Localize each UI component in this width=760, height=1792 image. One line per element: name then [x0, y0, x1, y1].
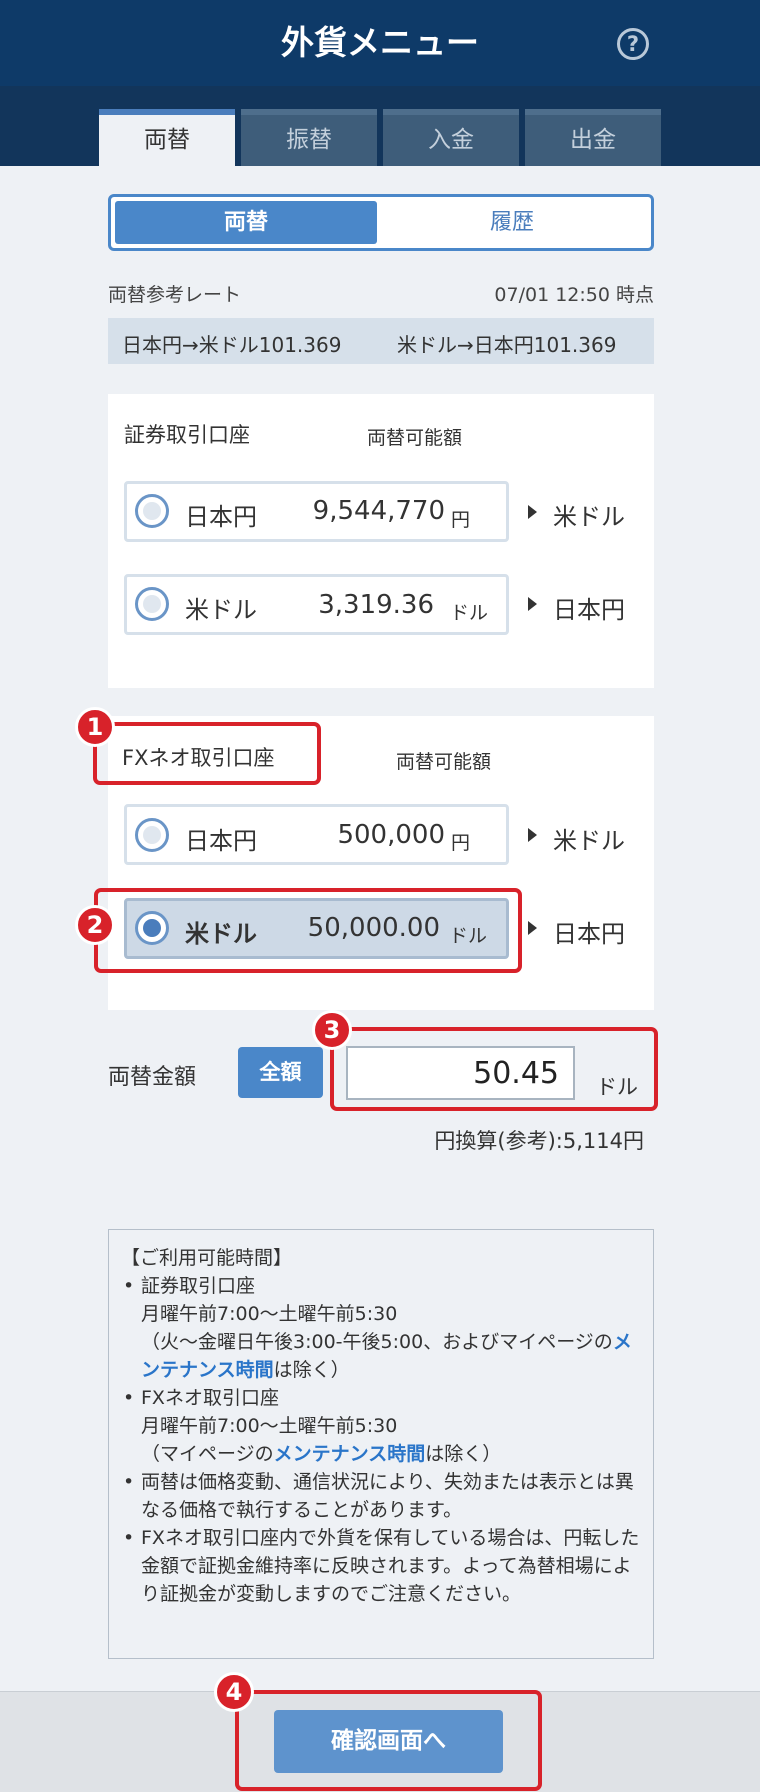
- callout-badge-4: 4: [214, 1672, 254, 1712]
- currency-label: 日本円: [185, 827, 257, 855]
- notice-text: （火～金曜日午後3:00-午後5:00、およびマイページの: [141, 1331, 613, 1353]
- currency-label: 日本円: [185, 503, 257, 531]
- available-amount: 500,000: [337, 820, 445, 850]
- notice-item-fx: FXネオ取引口座 月曜午前7:00～土曜午前5:30 （マイページのメンテナンス…: [121, 1384, 643, 1468]
- notice-heading: 【ご利用可能時間】: [121, 1247, 293, 1269]
- notice-fx-title: FXネオ取引口座: [141, 1387, 279, 1409]
- available-amount: 3,319.36: [318, 590, 434, 620]
- rate-label: 両替参考レート: [108, 284, 242, 306]
- notice-fx-note: （マイページのメンテナンス時間は除く）: [141, 1440, 643, 1468]
- rate-jpy-to-usd: 日本円→米ドル101.369: [122, 333, 342, 357]
- fx-available-label: 両替可能額: [396, 751, 492, 773]
- amount-unit: ドル: [449, 925, 488, 947]
- maintenance-time-link[interactable]: メンテナンス時間: [274, 1443, 426, 1465]
- fx-account-label: FXネオ取引口座: [122, 746, 275, 770]
- arrow-right-icon: [528, 505, 537, 519]
- tab-exchange[interactable]: 両替: [99, 109, 235, 166]
- exchange-amount-label: 両替金額: [108, 1065, 197, 1090]
- arrow-right-icon: [528, 828, 537, 842]
- radio-dot: [143, 502, 161, 520]
- availability-notice: 【ご利用可能時間】 証券取引口座 月曜午前7:00～土曜午前5:30 （火～金曜…: [108, 1229, 654, 1659]
- securities-available-label: 両替可能額: [367, 427, 463, 449]
- exchange-amount-unit: ドル: [596, 1075, 638, 1099]
- tab-deposit[interactable]: 入金: [383, 109, 519, 166]
- help-icon[interactable]: ?: [617, 28, 649, 60]
- notice-sec-note: （火～金曜日午後3:00-午後5:00、およびマイページのメンテナンス時間は除く…: [141, 1328, 643, 1384]
- currency-label: 米ドル: [185, 920, 257, 948]
- notice-item-margin: FXネオ取引口座内で外貨を保有している場合は、円転した金額で証拠金維持率に反映さ…: [121, 1524, 643, 1608]
- rate-timestamp: 07/01 12:50 時点: [494, 284, 654, 306]
- segment-exchange[interactable]: 両替: [115, 201, 377, 244]
- callout-badge-2: 2: [75, 905, 115, 945]
- notice-text: は除く）: [273, 1359, 350, 1381]
- target-currency: 米ドル: [553, 827, 625, 855]
- arrow-right-icon: [528, 597, 537, 611]
- callout-badge-3: 3: [312, 1010, 352, 1050]
- available-amount: 9,544,770: [312, 496, 445, 526]
- all-amount-button[interactable]: 全額: [238, 1047, 323, 1098]
- arrow-right-icon: [528, 921, 537, 935]
- available-amount: 50,000.00: [307, 913, 440, 943]
- target-currency: 日本円: [553, 596, 625, 624]
- notice-sec-hours: 月曜午前7:00～土曜午前5:30: [141, 1303, 398, 1325]
- radio-dot-selected: [143, 919, 161, 937]
- yen-reference: 円換算(参考):5,114円: [434, 1129, 644, 1153]
- radio-dot: [143, 826, 161, 844]
- confirm-button[interactable]: 確認画面へ: [274, 1710, 503, 1773]
- segment-history[interactable]: 履歴: [377, 201, 647, 244]
- amount-unit: 円: [451, 509, 471, 531]
- securities-account-label: 証券取引口座: [124, 423, 250, 447]
- amount-unit: ドル: [450, 602, 489, 624]
- notice-text: は除く）: [425, 1443, 502, 1465]
- tab-withdraw[interactable]: 出金: [525, 109, 661, 166]
- target-currency: 米ドル: [553, 503, 625, 531]
- notice-fx-hours: 月曜午前7:00～土曜午前5:30: [141, 1415, 398, 1437]
- exchange-amount-input[interactable]: [346, 1046, 575, 1100]
- notice-text: （マイページの: [141, 1443, 274, 1465]
- amount-unit: 円: [451, 832, 471, 854]
- notice-item-price: 両替は価格変動、通信状況により、失効または表示とは異なる価格で執行することがあり…: [121, 1468, 643, 1524]
- radio-dot: [143, 595, 161, 613]
- callout-badge-1: 1: [75, 707, 115, 747]
- rate-usd-to-jpy: 米ドル→日本円101.369: [397, 333, 617, 357]
- notice-sec-title: 証券取引口座: [141, 1275, 256, 1297]
- tab-transfer[interactable]: 振替: [241, 109, 377, 166]
- notice-item-securities: 証券取引口座 月曜午前7:00～土曜午前5:30 （火～金曜日午後3:00-午後…: [121, 1272, 643, 1384]
- target-currency: 日本円: [553, 920, 625, 948]
